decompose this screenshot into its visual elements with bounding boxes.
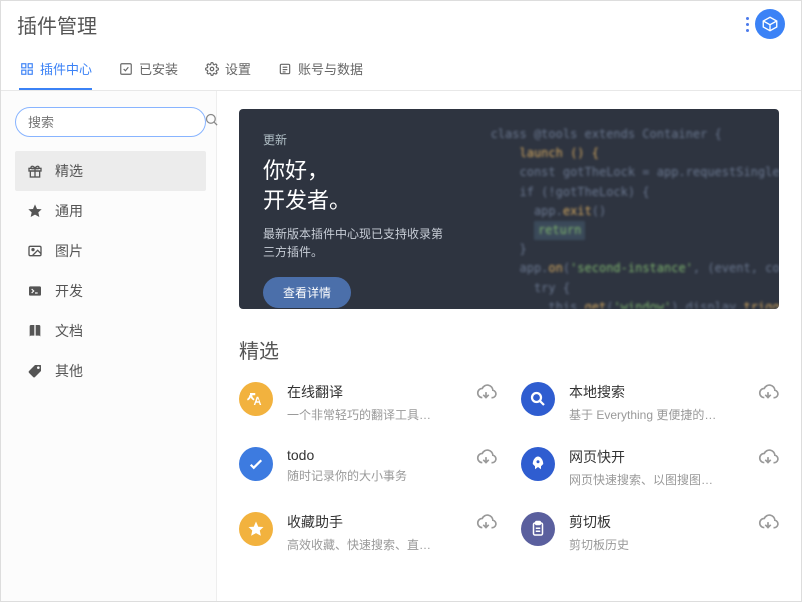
category-label: 其他 xyxy=(55,361,83,381)
plugin-title: 剪切板 xyxy=(569,512,743,532)
plugin-card[interactable]: 在线翻译一个非常轻巧的翻译工具… xyxy=(239,382,497,423)
book-icon xyxy=(27,323,43,339)
tab-settings[interactable]: 设置 xyxy=(204,49,251,90)
plugin-desc: 高效收藏、快速搜索、直… xyxy=(287,536,461,553)
category-label: 通用 xyxy=(55,201,83,221)
check-square-icon xyxy=(118,61,133,76)
plugin-card[interactable]: todo 随时记录你的大小事务 xyxy=(239,447,497,488)
download-icon[interactable] xyxy=(757,447,779,469)
plugin-card[interactable]: 收藏助手高效收藏、快速搜索、直… xyxy=(239,512,497,553)
star-fill-icon xyxy=(239,512,273,546)
tab-account-data[interactable]: 账号与数据 xyxy=(277,49,363,90)
gear-icon xyxy=(204,61,219,76)
tab-bar: 插件中心 已安装 设置 账号与数据 xyxy=(1,49,801,91)
hero-code-preview: class @tools extends Container { launch … xyxy=(477,109,779,309)
plugin-title: todo xyxy=(287,447,461,463)
download-icon[interactable] xyxy=(757,512,779,534)
check-icon xyxy=(239,447,273,481)
page-title: 插件管理 xyxy=(17,10,97,39)
plugin-desc: 剪切板历史 xyxy=(569,536,743,553)
section-title: 精选 xyxy=(239,335,779,364)
plugin-card[interactable]: 剪切板剪切板历史 xyxy=(521,512,779,553)
gift-icon xyxy=(27,163,43,179)
plugin-card[interactable]: 本地搜索基于 Everything 更便捷的… xyxy=(521,382,779,423)
more-menu-icon[interactable] xyxy=(746,17,749,32)
category-featured[interactable]: 精选 xyxy=(15,151,206,191)
rocket-icon xyxy=(521,447,555,481)
plugin-grid: 在线翻译一个非常轻巧的翻译工具… 本地搜索基于 Everything 更便捷的…… xyxy=(239,382,779,553)
tab-installed[interactable]: 已安装 xyxy=(118,49,178,90)
tab-label: 设置 xyxy=(225,59,251,78)
tab-label: 插件中心 xyxy=(40,59,92,78)
hero-title: 你好，开发者。 xyxy=(263,156,453,215)
category-general[interactable]: 通用 xyxy=(15,191,206,231)
plugin-desc: 随时记录你的大小事务 xyxy=(287,467,461,484)
category-label: 精选 xyxy=(55,161,83,181)
search-box[interactable] xyxy=(15,107,206,137)
category-label: 文档 xyxy=(55,321,83,341)
tab-label: 账号与数据 xyxy=(298,59,363,78)
category-development[interactable]: 开发 xyxy=(15,271,206,311)
list-icon xyxy=(277,61,292,76)
sidebar: 精选 通用 图片 开发 文档 其他 xyxy=(1,91,217,601)
search-bold-icon xyxy=(521,382,555,416)
plugin-title: 收藏助手 xyxy=(287,512,461,532)
hero-subtitle: 最新版本插件中心现已支持收录第三方插件。 xyxy=(263,225,453,261)
hero-tag: 更新 xyxy=(263,131,453,148)
plugin-desc: 网页快速搜索、以图搜图… xyxy=(569,471,743,488)
app-logo[interactable] xyxy=(755,9,785,39)
category-image[interactable]: 图片 xyxy=(15,231,206,271)
plugin-desc: 一个非常轻巧的翻译工具… xyxy=(287,406,461,423)
hero-details-button[interactable]: 查看详情 xyxy=(263,277,351,308)
category-other[interactable]: 其他 xyxy=(15,351,206,391)
hero-banner: 更新 你好，开发者。 最新版本插件中心现已支持收录第三方插件。 查看详情 cla… xyxy=(239,109,779,309)
tag-icon xyxy=(27,363,43,379)
download-icon[interactable] xyxy=(475,512,497,534)
image-icon xyxy=(27,243,43,259)
plugin-card[interactable]: 网页快开网页快速搜索、以图搜图… xyxy=(521,447,779,488)
tab-plugin-center[interactable]: 插件中心 xyxy=(19,49,92,90)
category-document[interactable]: 文档 xyxy=(15,311,206,351)
grid-icon xyxy=(19,61,34,76)
search-input[interactable] xyxy=(28,115,204,130)
category-label: 开发 xyxy=(55,281,83,301)
tab-label: 已安装 xyxy=(139,59,178,78)
download-icon[interactable] xyxy=(475,382,497,404)
category-label: 图片 xyxy=(55,241,83,261)
plugin-title: 网页快开 xyxy=(569,447,743,467)
plugin-desc: 基于 Everything 更便捷的… xyxy=(569,406,743,423)
star-icon xyxy=(27,203,43,219)
download-icon[interactable] xyxy=(757,382,779,404)
clipboard-icon xyxy=(521,512,555,546)
terminal-icon xyxy=(27,283,43,299)
download-icon[interactable] xyxy=(475,447,497,469)
plugin-title: 本地搜索 xyxy=(569,382,743,402)
plugin-title: 在线翻译 xyxy=(287,382,461,402)
translate-icon xyxy=(239,382,273,416)
